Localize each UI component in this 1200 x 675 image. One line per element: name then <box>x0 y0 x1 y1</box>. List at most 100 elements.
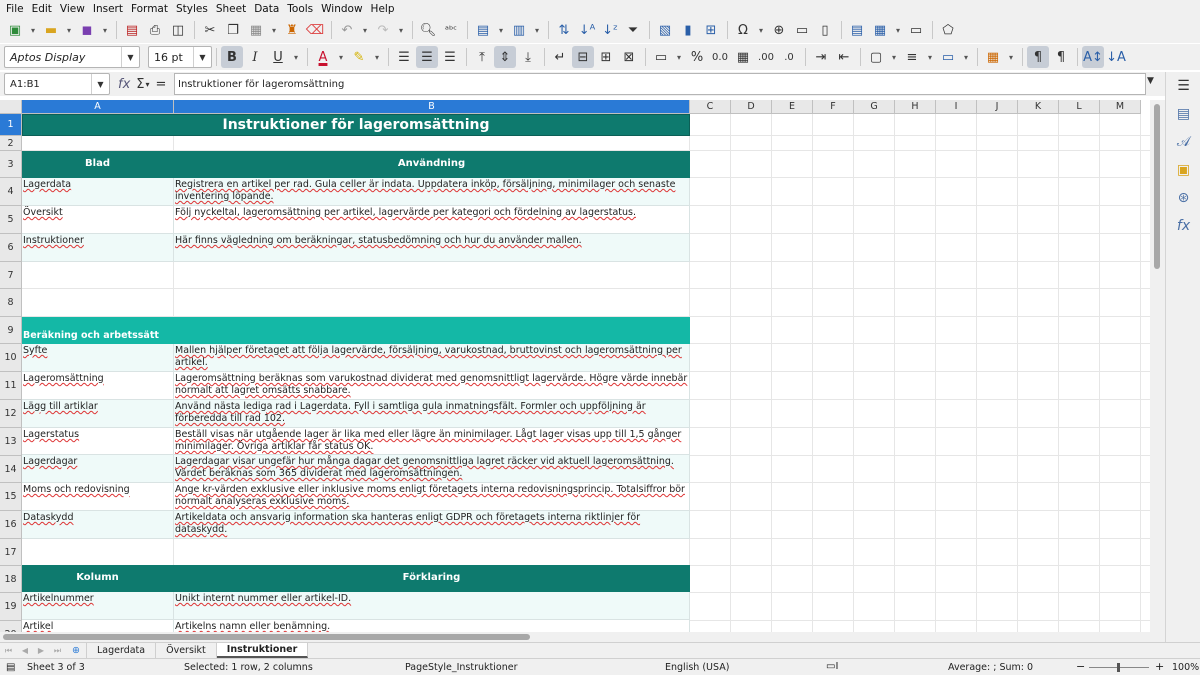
export-pdf-icon[interactable]: ▤ <box>121 19 143 41</box>
chevron-down-icon[interactable]: ▼ <box>121 47 139 67</box>
menu-tools[interactable]: Tools <box>285 3 319 15</box>
row-header[interactable]: 9 <box>0 317 22 344</box>
align-top-icon[interactable]: ⤒ <box>471 46 493 68</box>
styles-icon[interactable]: 𝒜 <box>1166 128 1200 156</box>
currency-format-icon[interactable]: ▭ <box>650 46 672 68</box>
table2-row-description[interactable]: Ange kr-värden exklusive eller inklusive… <box>174 483 690 511</box>
table1-header-anvandning[interactable]: Användning <box>174 151 690 178</box>
table3-header-forklaring[interactable]: Förklaring <box>174 565 690 592</box>
hyperlink-icon[interactable]: ⊕ <box>768 19 790 41</box>
freeze-rows-columns-icon[interactable]: ▦ <box>869 19 891 41</box>
gallery-icon[interactable]: ▣ <box>1166 156 1200 184</box>
date-format-icon[interactable]: ▦ <box>732 46 754 68</box>
table1-row1-sheet[interactable]: Lagerdata <box>22 178 174 206</box>
row-header[interactable]: 10 <box>0 344 22 372</box>
border-style-icon[interactable]: ≡ <box>901 46 923 68</box>
column-header[interactable]: C <box>690 100 731 114</box>
tab-instruktioner[interactable]: Instruktioner <box>216 643 309 658</box>
zoom-in-icon[interactable]: + <box>1155 660 1164 673</box>
border-style-dropdown-icon[interactable]: ▾ <box>924 46 936 68</box>
prev-sheet-icon[interactable]: ◀ <box>22 646 28 655</box>
table2-row-description[interactable]: Beställ visas när utgående lager är lika… <box>174 428 690 455</box>
copy-icon[interactable]: ❐ <box>222 19 244 41</box>
wrap-text-icon[interactable]: ↵ <box>549 46 571 68</box>
column-dropdown-icon[interactable]: ▾ <box>531 19 543 41</box>
row-header[interactable]: 20 <box>0 621 22 632</box>
clone-formatting-icon[interactable]: ♜ <box>281 19 303 41</box>
status-language[interactable]: English (USA) <box>665 662 729 673</box>
table3-row1-column[interactable]: Artikelnummer <box>22 592 174 620</box>
header-footer-icon[interactable]: ▯ <box>814 19 836 41</box>
table2-row-term[interactable]: Lagerstatus <box>22 428 174 455</box>
last-sheet-icon[interactable]: ⏭ <box>54 646 61 656</box>
sheet-title-cell[interactable]: Instruktioner för lageromsättning <box>22 114 690 136</box>
conditional-dropdown-icon[interactable]: ▾ <box>1005 46 1017 68</box>
first-sheet-icon[interactable]: ⏮ <box>5 646 12 656</box>
table3-header-kolumn[interactable]: Kolumn <box>22 565 174 592</box>
print-icon[interactable]: ⎙ <box>144 19 166 41</box>
table2-row-description[interactable]: Lagerdagar visar ungefär hur många dagar… <box>174 455 690 483</box>
define-print-area-icon[interactable]: ▤ <box>846 19 868 41</box>
tab-oversikt[interactable]: Översikt <box>156 643 217 658</box>
section-title-cell[interactable]: Beräkning och arbetssätt <box>22 317 174 344</box>
table2-row-description[interactable]: Lageromsättning beräknas som varukostnad… <box>174 372 690 400</box>
select-all-corner[interactable] <box>0 100 22 114</box>
row-dropdown-icon[interactable]: ▾ <box>495 19 507 41</box>
special-character-dropdown-icon[interactable]: ▾ <box>755 19 767 41</box>
underline-dropdown-icon[interactable]: ▾ <box>290 46 302 68</box>
align-left-icon[interactable]: ☰ <box>393 46 415 68</box>
zoom-slider-handle[interactable] <box>1117 663 1120 672</box>
horizontal-scrollbar[interactable] <box>0 632 1165 642</box>
delete-decimal-icon[interactable]: .0 <box>778 46 800 68</box>
freeze-dropdown-icon[interactable]: ▾ <box>892 19 904 41</box>
save-icon[interactable]: ◼ <box>76 19 98 41</box>
row-header[interactable]: 19 <box>0 593 22 621</box>
stacked-text-icon[interactable]: ↓A <box>1105 46 1127 68</box>
column-header[interactable]: H <box>895 100 936 114</box>
redo-icon[interactable]: ↷ <box>372 19 394 41</box>
vertical-scroll-thumb[interactable] <box>1154 104 1160 269</box>
table2-row-term[interactable]: Lägg till artiklar <box>22 400 174 428</box>
underline-button[interactable]: U <box>267 46 289 68</box>
font-color-dropdown-icon[interactable]: ▾ <box>335 46 347 68</box>
row-header[interactable]: 3 <box>0 151 22 178</box>
function-wizard-icon[interactable]: fx <box>118 77 130 92</box>
undo-dropdown-icon[interactable]: ▾ <box>359 19 371 41</box>
table1-row3-usage[interactable]: Här finns vägledning om beräkningar, sta… <box>174 234 690 262</box>
text-direction-ltr-icon[interactable]: ¶ <box>1027 46 1049 68</box>
column-header[interactable]: M <box>1100 100 1141 114</box>
table2-row-term[interactable]: Lageromsättning <box>22 372 174 400</box>
add-decimal-icon[interactable]: .00 <box>755 46 777 68</box>
column-header[interactable]: J <box>977 100 1018 114</box>
column-header[interactable]: G <box>854 100 895 114</box>
text-direction-rtl-icon[interactable]: ¶ <box>1050 46 1072 68</box>
decrease-indent-icon[interactable]: ⇤ <box>833 46 855 68</box>
paste-dropdown-icon[interactable]: ▾ <box>268 19 280 41</box>
sum-dropdown-icon[interactable]: ▾ <box>146 80 150 89</box>
row-header[interactable]: 18 <box>0 566 22 593</box>
expand-formula-icon[interactable]: ▼ <box>1147 76 1154 86</box>
row-header[interactable]: 16 <box>0 511 22 539</box>
next-sheet-icon[interactable]: ▶ <box>38 646 44 655</box>
formula-input[interactable]: Instruktioner för lageromsättning <box>174 73 1146 95</box>
borders-dropdown-icon[interactable]: ▾ <box>888 46 900 68</box>
menu-edit[interactable]: Edit <box>30 3 58 15</box>
new-document-icon[interactable]: ▣ <box>4 19 26 41</box>
table3-row2-explanation[interactable]: Artikelns namn eller benämning. <box>174 620 690 632</box>
cut-icon[interactable]: ✂ <box>199 19 221 41</box>
comment-icon[interactable]: ▭ <box>791 19 813 41</box>
menu-window[interactable]: Window <box>319 3 368 15</box>
column-header[interactable]: L <box>1059 100 1100 114</box>
font-size-combo[interactable]: 16 pt ▼ <box>148 46 212 68</box>
sort-icon[interactable]: ⇅ <box>553 19 575 41</box>
spelling-icon[interactable]: ᵃᵇᶜ <box>440 19 462 41</box>
column-header[interactable]: B <box>174 100 690 114</box>
highlight-dropdown-icon[interactable]: ▾ <box>371 46 383 68</box>
tab-lagerdata[interactable]: Lagerdata <box>87 643 157 658</box>
column-icon[interactable]: ▥ <box>508 19 530 41</box>
table2-row-description[interactable]: Använd nästa lediga rad i Lagerdata. Fyl… <box>174 400 690 428</box>
column-header[interactable]: A <box>22 100 174 114</box>
table2-row-term[interactable]: Lagerdagar <box>22 455 174 483</box>
open-dropdown-icon[interactable]: ▾ <box>63 19 75 41</box>
section-title-empty-cell[interactable] <box>174 317 690 344</box>
